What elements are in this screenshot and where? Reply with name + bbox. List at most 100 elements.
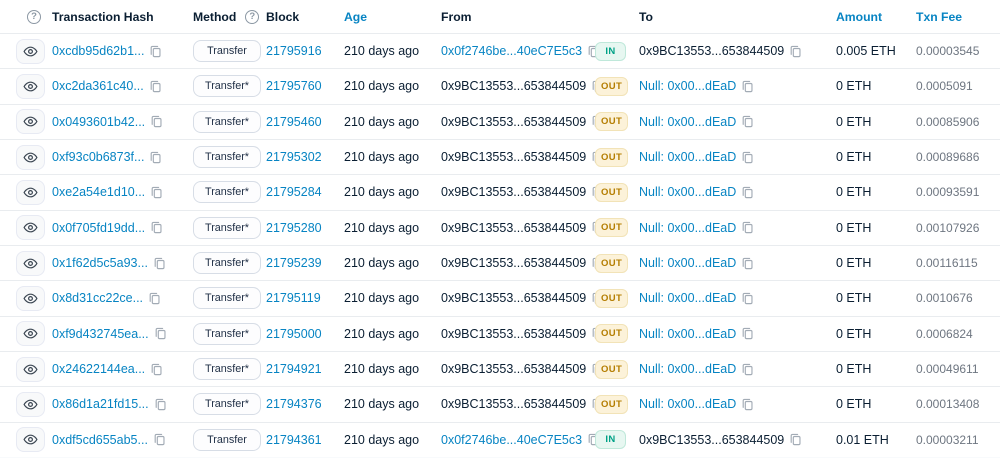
copy-icon[interactable] (149, 151, 162, 164)
copy-icon[interactable] (150, 221, 163, 234)
copy-icon[interactable] (789, 45, 802, 58)
block-link[interactable]: 21795916 (266, 44, 322, 58)
amount-text: 0 ETH (836, 326, 872, 341)
copy-icon[interactable] (741, 327, 754, 340)
block-link[interactable]: 21795284 (266, 185, 322, 199)
copy-icon[interactable] (150, 186, 163, 199)
copy-icon[interactable] (153, 257, 166, 270)
from-address[interactable]: 0x9BC13553...653844509 (441, 256, 586, 270)
tx-hash-link[interactable]: 0xf93c0b6873f... (52, 150, 144, 164)
eye-icon (23, 293, 38, 304)
from-address[interactable]: 0x9BC13553...653844509 (441, 150, 586, 164)
tx-hash-link[interactable]: 0x86d1a21fd15... (52, 397, 149, 411)
tx-preview-button[interactable] (16, 144, 45, 170)
eye-icon (23, 364, 38, 375)
copy-icon[interactable] (741, 115, 754, 128)
tx-hash-link[interactable]: 0xcdb95d62b1... (52, 44, 144, 58)
tx-preview-button[interactable] (16, 427, 45, 453)
to-address[interactable]: Null: 0x00...dEaD (639, 221, 736, 235)
from-address[interactable]: 0x0f2746be...40eC7E5c3 (441, 433, 582, 447)
copy-icon[interactable] (154, 398, 167, 411)
header-from: From (441, 9, 472, 24)
header-amount-sort[interactable]: Amount (836, 10, 916, 24)
copy-icon[interactable] (741, 186, 754, 199)
to-address[interactable]: Null: 0x00...dEaD (639, 185, 736, 199)
to-address[interactable]: 0x9BC13553...653844509 (639, 44, 784, 58)
block-link[interactable]: 21794361 (266, 433, 322, 447)
copy-icon[interactable] (154, 327, 167, 340)
copy-icon[interactable] (741, 257, 754, 270)
to-address[interactable]: Null: 0x00...dEaD (639, 150, 736, 164)
block-link[interactable]: 21794376 (266, 397, 322, 411)
to-address[interactable]: Null: 0x00...dEaD (639, 397, 736, 411)
question-circle-icon[interactable]: ? (27, 9, 41, 24)
copy-icon[interactable] (741, 80, 754, 93)
from-address[interactable]: 0x9BC13553...653844509 (441, 397, 586, 411)
block-link[interactable]: 21794921 (266, 362, 322, 376)
header-age-sort[interactable]: Age (344, 10, 441, 24)
age-text: 210 days ago (344, 220, 420, 235)
copy-icon[interactable] (741, 151, 754, 164)
block-link[interactable]: 21795000 (266, 327, 322, 341)
copy-icon[interactable] (741, 221, 754, 234)
to-address[interactable]: Null: 0x00...dEaD (639, 327, 736, 341)
to-address[interactable]: Null: 0x00...dEaD (639, 115, 736, 129)
header-txnfee-sort[interactable]: Txn Fee (916, 10, 984, 24)
tx-hash-link[interactable]: 0xdf5cd655ab5... (52, 433, 148, 447)
to-address[interactable]: Null: 0x00...dEaD (639, 362, 736, 376)
block-link[interactable]: 21795760 (266, 79, 322, 93)
block-link[interactable]: 21795280 (266, 221, 322, 235)
copy-icon[interactable] (149, 80, 162, 93)
copy-icon[interactable] (150, 363, 163, 376)
to-address[interactable]: Null: 0x00...dEaD (639, 256, 736, 270)
block-link[interactable]: 21795302 (266, 150, 322, 164)
tx-hash-link[interactable]: 0xe2a54e1d10... (52, 185, 145, 199)
question-circle-icon[interactable]: ? (245, 9, 260, 24)
copy-icon[interactable] (153, 433, 166, 446)
to-address[interactable]: Null: 0x00...dEaD (639, 79, 736, 93)
eye-icon (23, 258, 38, 269)
from-address[interactable]: 0x9BC13553...653844509 (441, 327, 586, 341)
from-address[interactable]: 0x9BC13553...653844509 (441, 291, 586, 305)
eye-icon (23, 152, 38, 163)
tx-preview-button[interactable] (16, 109, 45, 135)
tx-preview-button[interactable] (16, 391, 45, 417)
tx-preview-button[interactable] (16, 250, 45, 276)
block-link[interactable]: 21795119 (266, 291, 321, 305)
copy-icon[interactable] (741, 292, 754, 305)
tx-hash-link[interactable]: 0x1f62d5c5a93... (52, 256, 148, 270)
tx-hash-link[interactable]: 0x24622144ea... (52, 362, 145, 376)
tx-hash-link[interactable]: 0x0493601b42... (52, 115, 145, 129)
table-row: 0xf9d432745ea... Transfer* 21795000 210 … (0, 317, 1000, 352)
copy-icon[interactable] (789, 433, 802, 446)
from-address[interactable]: 0x9BC13553...653844509 (441, 362, 586, 376)
copy-icon[interactable] (150, 115, 163, 128)
tx-hash-link[interactable]: 0x0f705fd19dd... (52, 221, 145, 235)
table-row: 0x8d31cc22ce... Transfer* 21795119 210 d… (0, 281, 1000, 317)
from-address[interactable]: 0x0f2746be...40eC7E5c3 (441, 44, 582, 58)
copy-icon[interactable] (741, 363, 754, 376)
txn-fee-text: 0.00003545 (916, 44, 980, 59)
from-address[interactable]: 0x9BC13553...653844509 (441, 79, 586, 93)
tx-hash-link[interactable]: 0xf9d432745ea... (52, 327, 149, 341)
tx-preview-button[interactable] (16, 321, 45, 347)
tx-preview-button[interactable] (16, 179, 45, 205)
to-address[interactable]: 0x9BC13553...653844509 (639, 433, 784, 447)
tx-preview-button[interactable] (16, 215, 45, 241)
tx-preview-button[interactable] (16, 356, 45, 382)
eye-icon (23, 116, 38, 127)
tx-hash-link[interactable]: 0x8d31cc22ce... (52, 291, 143, 305)
tx-preview-button[interactable] (16, 285, 45, 311)
block-link[interactable]: 21795239 (266, 256, 322, 270)
copy-icon[interactable] (148, 292, 161, 305)
to-address[interactable]: Null: 0x00...dEaD (639, 291, 736, 305)
from-address[interactable]: 0x9BC13553...653844509 (441, 221, 586, 235)
block-link[interactable]: 21795460 (266, 115, 322, 129)
tx-preview-button[interactable] (16, 73, 45, 99)
copy-icon[interactable] (149, 45, 162, 58)
from-address[interactable]: 0x9BC13553...653844509 (441, 115, 586, 129)
copy-icon[interactable] (741, 398, 754, 411)
from-address[interactable]: 0x9BC13553...653844509 (441, 185, 586, 199)
tx-hash-link[interactable]: 0xc2da361c40... (52, 79, 144, 93)
tx-preview-button[interactable] (16, 38, 45, 64)
